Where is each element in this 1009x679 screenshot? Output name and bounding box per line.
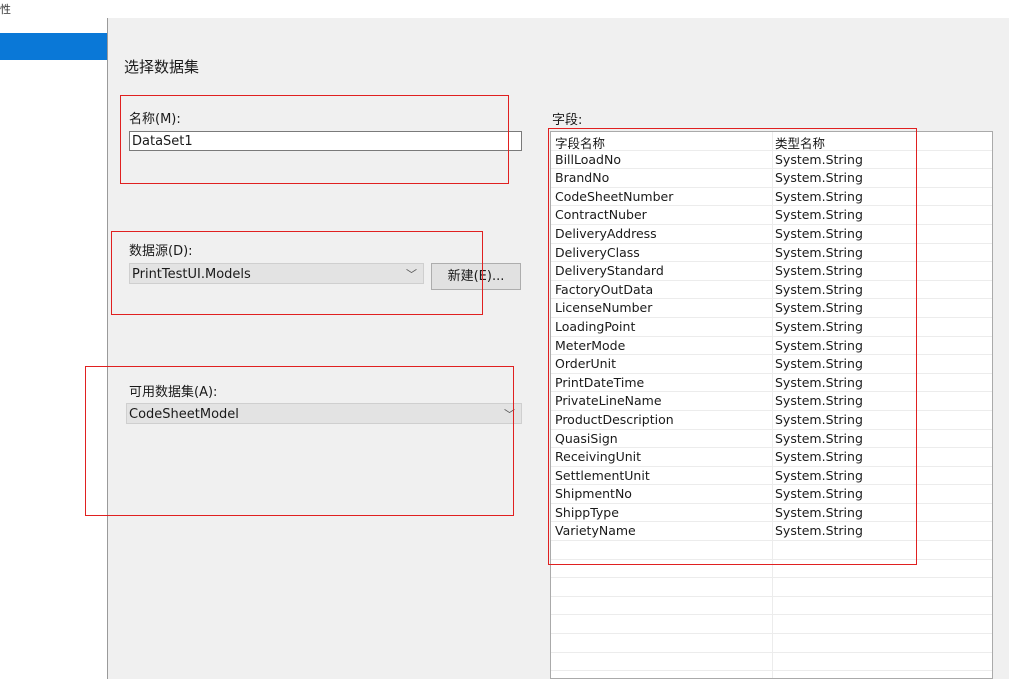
type-name-cell: System.String — [775, 449, 863, 465]
type-name-cell: System.String — [775, 170, 863, 186]
table-row[interactable]: MeterMode System.String — [551, 337, 992, 356]
column-header-field-name[interactable]: 字段名称 — [555, 133, 605, 152]
field-name-cell: ShippType — [555, 504, 619, 520]
empty-row — [551, 634, 992, 653]
field-name-cell: ContractNuber — [555, 207, 647, 223]
fields-header-row: 字段名称 类型名称 — [551, 132, 992, 151]
field-name-cell: MeterMode — [555, 337, 626, 353]
type-name-cell: System.String — [775, 225, 863, 241]
field-name-cell: LicenseNumber — [555, 300, 653, 316]
table-row[interactable]: DeliveryStandard System.String — [551, 262, 992, 281]
empty-row — [551, 653, 992, 672]
table-row[interactable]: PrivateLineName System.String — [551, 392, 992, 411]
field-name-cell: FactoryOutData — [555, 281, 654, 297]
table-row[interactable]: FactoryOutData System.String — [551, 281, 992, 300]
table-row[interactable]: QuasiSign System.String — [551, 430, 992, 449]
empty-row — [551, 615, 992, 635]
name-input[interactable]: DataSet1 — [129, 131, 522, 151]
column-header-type-name[interactable]: 类型名称 — [775, 133, 825, 152]
table-row[interactable]: OrderUnit System.String — [551, 355, 992, 374]
fields-label: 字段: — [552, 113, 583, 128]
name-label: 名称(M): — [129, 112, 181, 127]
type-name-cell: System.String — [775, 318, 863, 334]
empty-row — [551, 597, 992, 616]
sidebar-item-selected[interactable] — [0, 33, 107, 60]
field-name-cell: PrivateLineName — [555, 393, 662, 409]
empty-row — [551, 578, 992, 597]
field-name-cell: CodeSheetNumber — [555, 188, 674, 204]
field-name-cell: ShipmentNo — [555, 486, 632, 502]
field-name-cell: PrintDateTime — [555, 374, 645, 390]
table-row[interactable]: PrintDateTime System.String — [551, 374, 992, 393]
type-name-cell: System.String — [775, 188, 863, 204]
type-name-cell: System.String — [775, 467, 863, 483]
table-row[interactable]: ShippType System.String — [551, 504, 992, 523]
type-name-cell: System.String — [775, 486, 863, 502]
field-name-cell: SettlementUnit — [555, 467, 650, 483]
window-title: 性 — [0, 3, 11, 16]
fields-grid-body: BillLoadNo System.String BrandNo System.Str… — [551, 151, 992, 678]
table-row[interactable]: DeliveryClass System.String — [551, 244, 992, 263]
field-name-cell: OrderUnit — [555, 356, 616, 372]
title-bar: 性 — [0, 0, 1009, 18]
type-name-cell: System.String — [775, 300, 863, 316]
type-name-cell: System.String — [775, 151, 863, 167]
page-title: 选择数据集 — [124, 58, 200, 76]
field-name-cell: VarietyName — [555, 523, 636, 539]
available-datasets-label: 可用数据集(A): — [129, 385, 218, 400]
type-name-cell: System.String — [775, 430, 863, 446]
table-row[interactable]: ProductDescription System.String — [551, 411, 992, 430]
field-name-cell: BrandNo — [555, 170, 610, 186]
type-name-cell: System.String — [775, 207, 863, 223]
table-row[interactable]: ContractNuber System.String — [551, 206, 992, 225]
table-row[interactable]: CodeSheetNumber System.String — [551, 188, 992, 207]
empty-row — [551, 671, 992, 678]
type-name-cell: System.String — [775, 263, 863, 279]
empty-row — [551, 541, 992, 560]
type-name-cell: System.String — [775, 374, 863, 390]
table-row[interactable]: ShipmentNo System.String — [551, 485, 992, 504]
type-name-cell: System.String — [775, 504, 863, 520]
table-row[interactable]: LicenseNumber System.String — [551, 299, 992, 318]
table-row[interactable]: ReceivingUnit System.String — [551, 448, 992, 467]
sidebar — [0, 18, 108, 679]
type-name-cell: System.String — [775, 337, 863, 353]
datasource-label: 数据源(D): — [129, 244, 193, 259]
type-name-cell: System.String — [775, 393, 863, 409]
type-name-cell: System.String — [775, 356, 863, 372]
field-name-cell: BillLoadNo — [555, 151, 621, 167]
type-name-cell: System.String — [775, 411, 863, 427]
datasource-select[interactable]: PrintTestUI.Models ﹀ — [129, 263, 424, 284]
field-name-cell: ReceivingUnit — [555, 449, 642, 465]
datasource-value: PrintTestUI.Models — [132, 267, 251, 282]
table-row[interactable]: VarietyName System.String — [551, 522, 992, 542]
type-name-cell: System.String — [775, 244, 863, 260]
chevron-down-icon: ﹀ — [504, 408, 515, 421]
empty-row — [551, 560, 992, 579]
field-name-cell: DeliveryStandard — [555, 263, 664, 279]
table-row[interactable]: SettlementUnit System.String — [551, 467, 992, 486]
table-row[interactable]: BrandNo System.String — [551, 169, 992, 188]
field-name-cell: DeliveryClass — [555, 244, 640, 260]
table-row[interactable]: BillLoadNo System.String — [551, 151, 992, 170]
field-name-cell: ProductDescription — [555, 411, 674, 427]
type-name-cell: System.String — [775, 523, 863, 539]
field-name-cell: DeliveryAddress — [555, 225, 657, 241]
table-row[interactable]: LoadingPoint System.String — [551, 318, 992, 337]
fields-grid[interactable]: 字段名称 类型名称 BillLoadNo System.String BrandNo… — [550, 131, 993, 679]
available-datasets-select[interactable]: CodeSheetModel ﹀ — [126, 403, 522, 424]
type-name-cell: System.String — [775, 281, 863, 297]
available-datasets-value: CodeSheetModel — [129, 407, 239, 422]
field-name-cell: LoadingPoint — [555, 318, 636, 334]
table-row[interactable]: DeliveryAddress System.String — [551, 225, 992, 244]
field-name-cell: QuasiSign — [555, 430, 618, 446]
chevron-down-icon: ﹀ — [406, 268, 417, 281]
new-datasource-button[interactable]: 新建(E)... — [431, 263, 521, 290]
